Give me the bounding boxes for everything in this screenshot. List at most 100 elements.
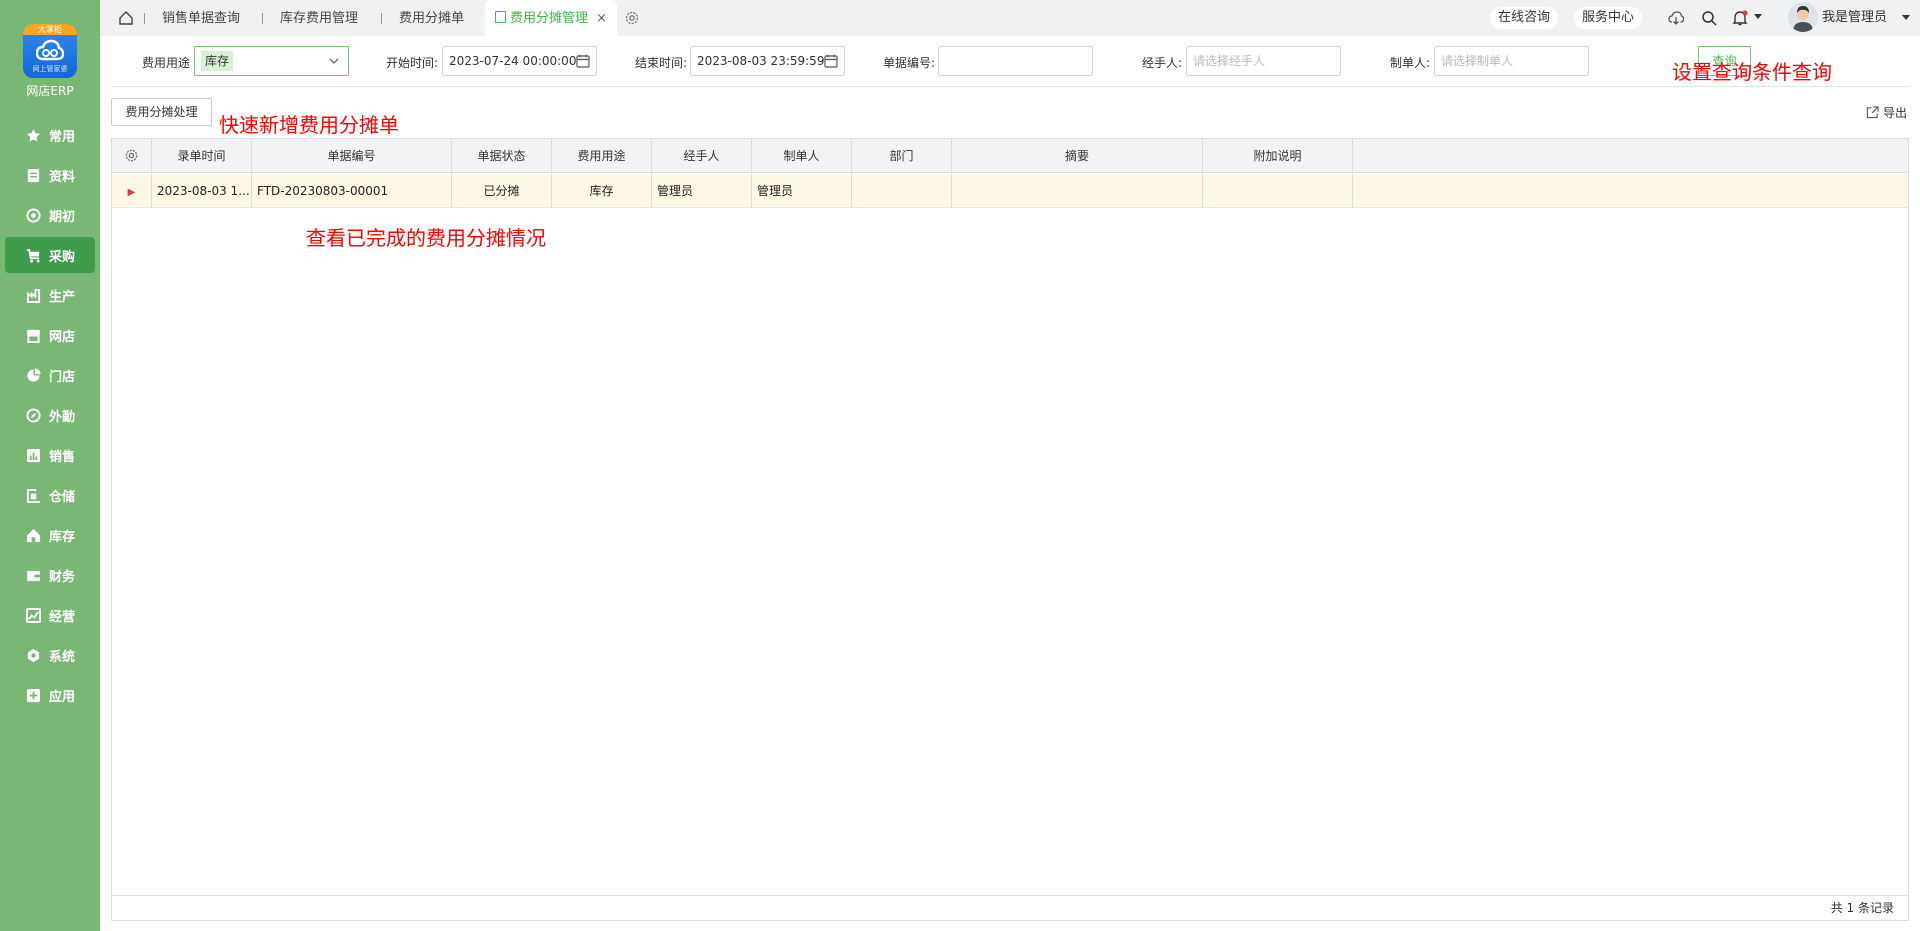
tab-stock-expense[interactable]: 库存费用管理 (280, 0, 358, 36)
close-icon[interactable]: × (596, 11, 607, 26)
purpose-label: 费用用途 (142, 56, 191, 70)
cloud-icon (36, 39, 64, 61)
sidebar-item-sales[interactable]: 销售 (5, 437, 95, 473)
table-cell (852, 174, 952, 208)
sidebar-item-purchase[interactable]: 采购 (5, 237, 95, 273)
doc-number-input[interactable] (938, 46, 1093, 76)
start-time-value: 2023-07-24 00:00:00 (449, 54, 577, 68)
top-bar: 销售单据查询 库存费用管理 费用分摊单 费用分摊管理 × 在线咨询 服务中心 我是… (100, 0, 1920, 36)
end-time-label: 结束时间: (635, 56, 688, 70)
column-header[interactable]: 制单人 (752, 139, 852, 173)
column-header[interactable]: 费用用途 (552, 139, 652, 173)
gear-icon[interactable] (124, 148, 139, 163)
sidebar-item-label: 系统 (49, 649, 76, 665)
sidebar-item-label: 仓储 (49, 489, 76, 505)
expense-allocation-process-button[interactable]: 费用分摊处理 (111, 98, 212, 126)
tab-expense-allocation-doc[interactable]: 费用分摊单 (399, 0, 464, 36)
end-time-input[interactable]: 2023-08-03 23:59:59 (690, 46, 845, 76)
plus-box-icon (26, 688, 41, 703)
table-row[interactable]: ▶ 2023-08-03 1... FTD-20230803-00001 已分摊… (112, 174, 1908, 208)
sidebar-item-label: 资料 (49, 169, 76, 185)
column-header[interactable]: 附加说明 (1203, 139, 1353, 173)
hexagon-icon (26, 648, 41, 663)
column-header[interactable]: 单据编号 (252, 139, 452, 173)
handler-input[interactable]: 请选择经手人 (1186, 46, 1341, 76)
tab-separator (381, 13, 382, 24)
start-time-input[interactable]: 2023-07-24 00:00:00 (442, 46, 597, 76)
table-cell: 库存 (552, 174, 652, 208)
play-icon: ▶ (127, 187, 136, 198)
column-header[interactable]: 部门 (852, 139, 952, 173)
sidebar-item-opening[interactable]: 期初 (5, 197, 95, 233)
home-icon[interactable] (118, 10, 134, 26)
sidebar-item-label: 常用 (49, 129, 76, 145)
table-header: 录单时间 单据编号 单据状态 费用用途 经手人 制单人 部门 摘要 附加说明 (112, 139, 1908, 173)
sidebar-item-system[interactable]: 系统 (5, 637, 95, 673)
bell-icon[interactable] (1732, 10, 1748, 26)
column-header[interactable]: 摘要 (952, 139, 1203, 173)
app-logo[interactable]: 大掌柜 网上管家婆 (23, 24, 77, 78)
column-settings-cell[interactable] (112, 139, 152, 173)
table-cell: 2023-08-03 1... (152, 174, 252, 208)
export-button[interactable]: 导出 (1866, 104, 1907, 121)
sidebar-item-stock[interactable]: 库存 (5, 517, 95, 553)
chevron-down-icon[interactable] (1902, 15, 1910, 20)
user-name[interactable]: 我是管理员 (1822, 0, 1887, 36)
store-icon (26, 328, 41, 343)
sidebar-item-shop[interactable]: 门店 (5, 357, 95, 393)
sidebar-item-label: 应用 (49, 689, 76, 705)
sidebar-item-label: 门店 (49, 369, 76, 385)
table-cell (1203, 174, 1353, 208)
chevron-down-icon[interactable] (1754, 14, 1762, 19)
sidebar-item-label: 期初 (49, 209, 76, 225)
sidebar-item-label: 网店 (49, 329, 76, 345)
avatar[interactable] (1788, 2, 1818, 32)
sidebar-item-label: 采购 (49, 249, 76, 265)
sidebar-item-apps[interactable]: 应用 (5, 677, 95, 713)
table-cell (952, 174, 1203, 208)
filter-bar: 费用用途 库存 开始时间: 2023-07-24 00:00:00 结束时间: … (100, 36, 1920, 86)
sidebar-item-label: 生产 (49, 289, 76, 305)
document-icon (26, 168, 41, 183)
logo-badge: 大掌柜 (23, 24, 77, 35)
creator-input[interactable]: 请选择制单人 (1434, 46, 1589, 76)
sidebar-item-data[interactable]: 资料 (5, 157, 95, 193)
chevron-down-icon (329, 58, 339, 64)
tab-sales-query[interactable]: 销售单据查询 (162, 0, 240, 36)
sidebar-item-label: 经营 (49, 609, 76, 625)
logo-subtitle: 网上管家婆 (32, 65, 68, 73)
sidebar-item-label: 销售 (49, 449, 76, 465)
gear-icon[interactable] (624, 10, 640, 26)
sidebar-item-online-store[interactable]: 网店 (5, 317, 95, 353)
handler-label: 经手人: (1142, 56, 1183, 70)
table-cell: 已分摊 (452, 174, 552, 208)
purpose-select[interactable]: 库存 (194, 46, 349, 76)
column-header[interactable]: 录单时间 (152, 139, 252, 173)
service-center-button[interactable]: 服务中心 (1574, 7, 1643, 29)
column-header[interactable]: 单据状态 (452, 139, 552, 173)
sidebar-item-production[interactable]: 生产 (5, 277, 95, 313)
tab-label: 费用分摊管理 (510, 11, 589, 26)
cloud-download-icon[interactable] (1668, 10, 1684, 26)
sidebar-item-field[interactable]: 外勤 (5, 397, 95, 433)
bar-chart-icon (26, 448, 41, 463)
sidebar-item-common[interactable]: 常用 (5, 117, 95, 153)
table-cell: FTD-20230803-00001 (252, 174, 452, 208)
purpose-value: 库存 (201, 51, 234, 71)
sidebar-item-warehousing[interactable]: 仓储 (5, 477, 95, 513)
sidebar: 大掌柜 网上管家婆 网店ERP 常用 资料 期初 采购 生产 网店 门店 外勤 … (0, 0, 100, 931)
calendar-icon (824, 54, 838, 68)
column-header[interactable]: 经手人 (652, 139, 752, 173)
online-consult-button[interactable]: 在线咨询 (1490, 7, 1559, 29)
search-icon[interactable] (1701, 10, 1717, 26)
record-count: 共 1 条记录 (112, 895, 1908, 920)
sidebar-item-finance[interactable]: 财务 (5, 557, 95, 593)
end-time-value: 2023-08-03 23:59:59 (697, 54, 825, 68)
sidebar-item-operation[interactable]: 经营 (5, 597, 95, 633)
factory-icon (26, 288, 41, 303)
wallet-icon (26, 568, 41, 583)
calendar-icon (576, 54, 590, 68)
tab-expense-allocation-manage[interactable]: 费用分摊管理 × (485, 0, 617, 36)
export-label: 导出 (1883, 106, 1908, 120)
creator-label: 制单人: (1390, 56, 1431, 70)
